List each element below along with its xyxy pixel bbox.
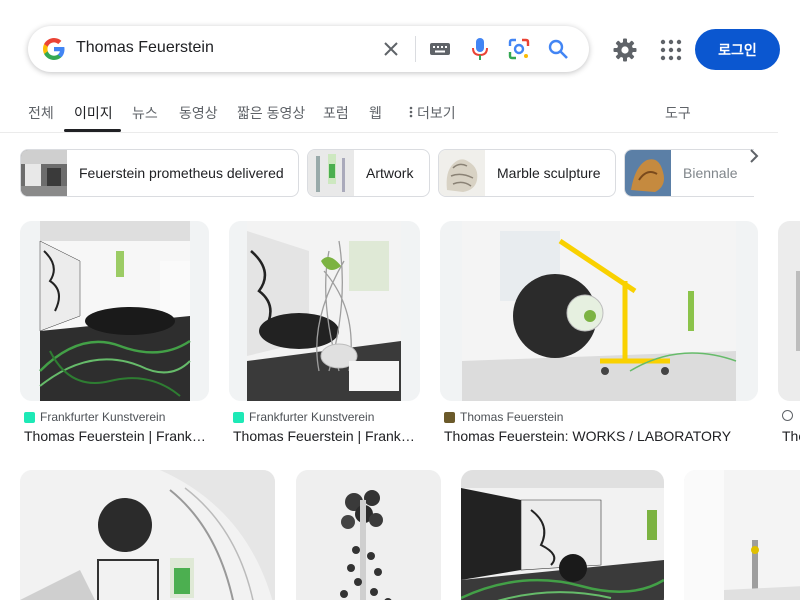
result-image[interactable] bbox=[20, 470, 275, 600]
chip-thumbnail bbox=[625, 150, 671, 196]
result-source[interactable]: Frankfurter Kunstverein bbox=[24, 410, 165, 424]
lens-icon[interactable] bbox=[507, 37, 531, 61]
chip-artwork[interactable]: Artwork bbox=[307, 149, 430, 197]
tab-news[interactable]: 뉴스 bbox=[132, 103, 158, 123]
result-image[interactable] bbox=[440, 221, 758, 401]
tab-web[interactable]: 웹 bbox=[369, 103, 382, 123]
chip-label: Marble sculpture bbox=[497, 165, 601, 181]
login-button[interactable]: 로그인 bbox=[695, 29, 780, 70]
chip-label: Feuerstein prometheus delivered bbox=[79, 165, 284, 181]
tab-images[interactable]: 이미지 bbox=[74, 103, 113, 123]
globe-icon bbox=[782, 410, 793, 421]
google-g-icon bbox=[43, 38, 65, 60]
chip-thumbnail bbox=[308, 150, 354, 196]
search-tabs: 전체 이미지 뉴스 동영상 짧은 동영상 포럼 웹 더보기 도구 bbox=[0, 96, 778, 133]
tab-forums[interactable]: 포럼 bbox=[323, 103, 349, 123]
result-source[interactable]: Frankfurter Kunstverein bbox=[233, 410, 374, 424]
result-title[interactable]: Tho bbox=[782, 428, 800, 444]
result-source-name: Thomas Feuerstein bbox=[460, 410, 564, 424]
search-icon[interactable] bbox=[546, 37, 570, 61]
result-source-name: Frankfurter Kunstverein bbox=[40, 410, 166, 424]
tab-all[interactable]: 전체 bbox=[28, 103, 54, 123]
more-vert-icon bbox=[409, 106, 413, 118]
result-image[interactable] bbox=[229, 221, 420, 401]
chip-marble-sculpture[interactable]: Marble sculpture bbox=[438, 149, 616, 197]
source-favicon-icon bbox=[444, 411, 455, 423]
search-input[interactable]: Thomas Feuerstein bbox=[76, 39, 214, 57]
chip-label: Biennale bbox=[683, 165, 738, 181]
source-favicon-icon bbox=[24, 411, 35, 423]
chip-prometheus-delivered[interactable]: Feuerstein prometheus delivered bbox=[20, 149, 299, 197]
tab-more-label: 더보기 bbox=[417, 105, 456, 121]
tools-button[interactable]: 도구 bbox=[665, 103, 691, 123]
result-source[interactable] bbox=[782, 410, 798, 421]
result-source-name: Frankfurter Kunstverein bbox=[249, 410, 375, 424]
chip-thumbnail bbox=[21, 150, 67, 196]
result-title[interactable]: Thomas Feuerstein: WORKS / LABORATORY bbox=[444, 428, 756, 444]
chip-thumbnail bbox=[439, 150, 485, 196]
keyboard-icon[interactable] bbox=[428, 37, 452, 61]
search-bar[interactable]: Thomas Feuerstein bbox=[28, 26, 589, 72]
result-image[interactable] bbox=[20, 221, 209, 401]
tab-short-videos[interactable]: 짧은 동영상 bbox=[237, 103, 305, 123]
chip-biennale[interactable]: Biennale bbox=[624, 149, 754, 197]
result-title[interactable]: Thomas Feuerstein | Frankfurter Kunstver… bbox=[24, 428, 207, 444]
active-tab-indicator bbox=[64, 129, 121, 132]
chip-label: Artwork bbox=[366, 165, 414, 181]
microphone-icon[interactable] bbox=[468, 37, 492, 61]
result-source[interactable]: Thomas Feuerstein bbox=[444, 410, 563, 424]
apps-grid-icon[interactable] bbox=[660, 39, 682, 61]
result-image[interactable] bbox=[778, 221, 800, 401]
clear-icon[interactable] bbox=[379, 37, 403, 61]
tab-videos[interactable]: 동영상 bbox=[179, 103, 218, 123]
result-image[interactable] bbox=[296, 470, 441, 600]
chevron-right-icon[interactable] bbox=[744, 146, 764, 166]
result-image[interactable] bbox=[461, 470, 664, 600]
gear-icon[interactable] bbox=[612, 37, 638, 63]
tab-more[interactable]: 더보기 bbox=[409, 103, 456, 123]
result-title[interactable]: Thomas Feuerstein | Frankfurter Kunstver… bbox=[233, 428, 416, 444]
result-image[interactable] bbox=[684, 470, 800, 600]
search-divider bbox=[415, 36, 416, 62]
source-favicon-icon bbox=[233, 411, 244, 423]
